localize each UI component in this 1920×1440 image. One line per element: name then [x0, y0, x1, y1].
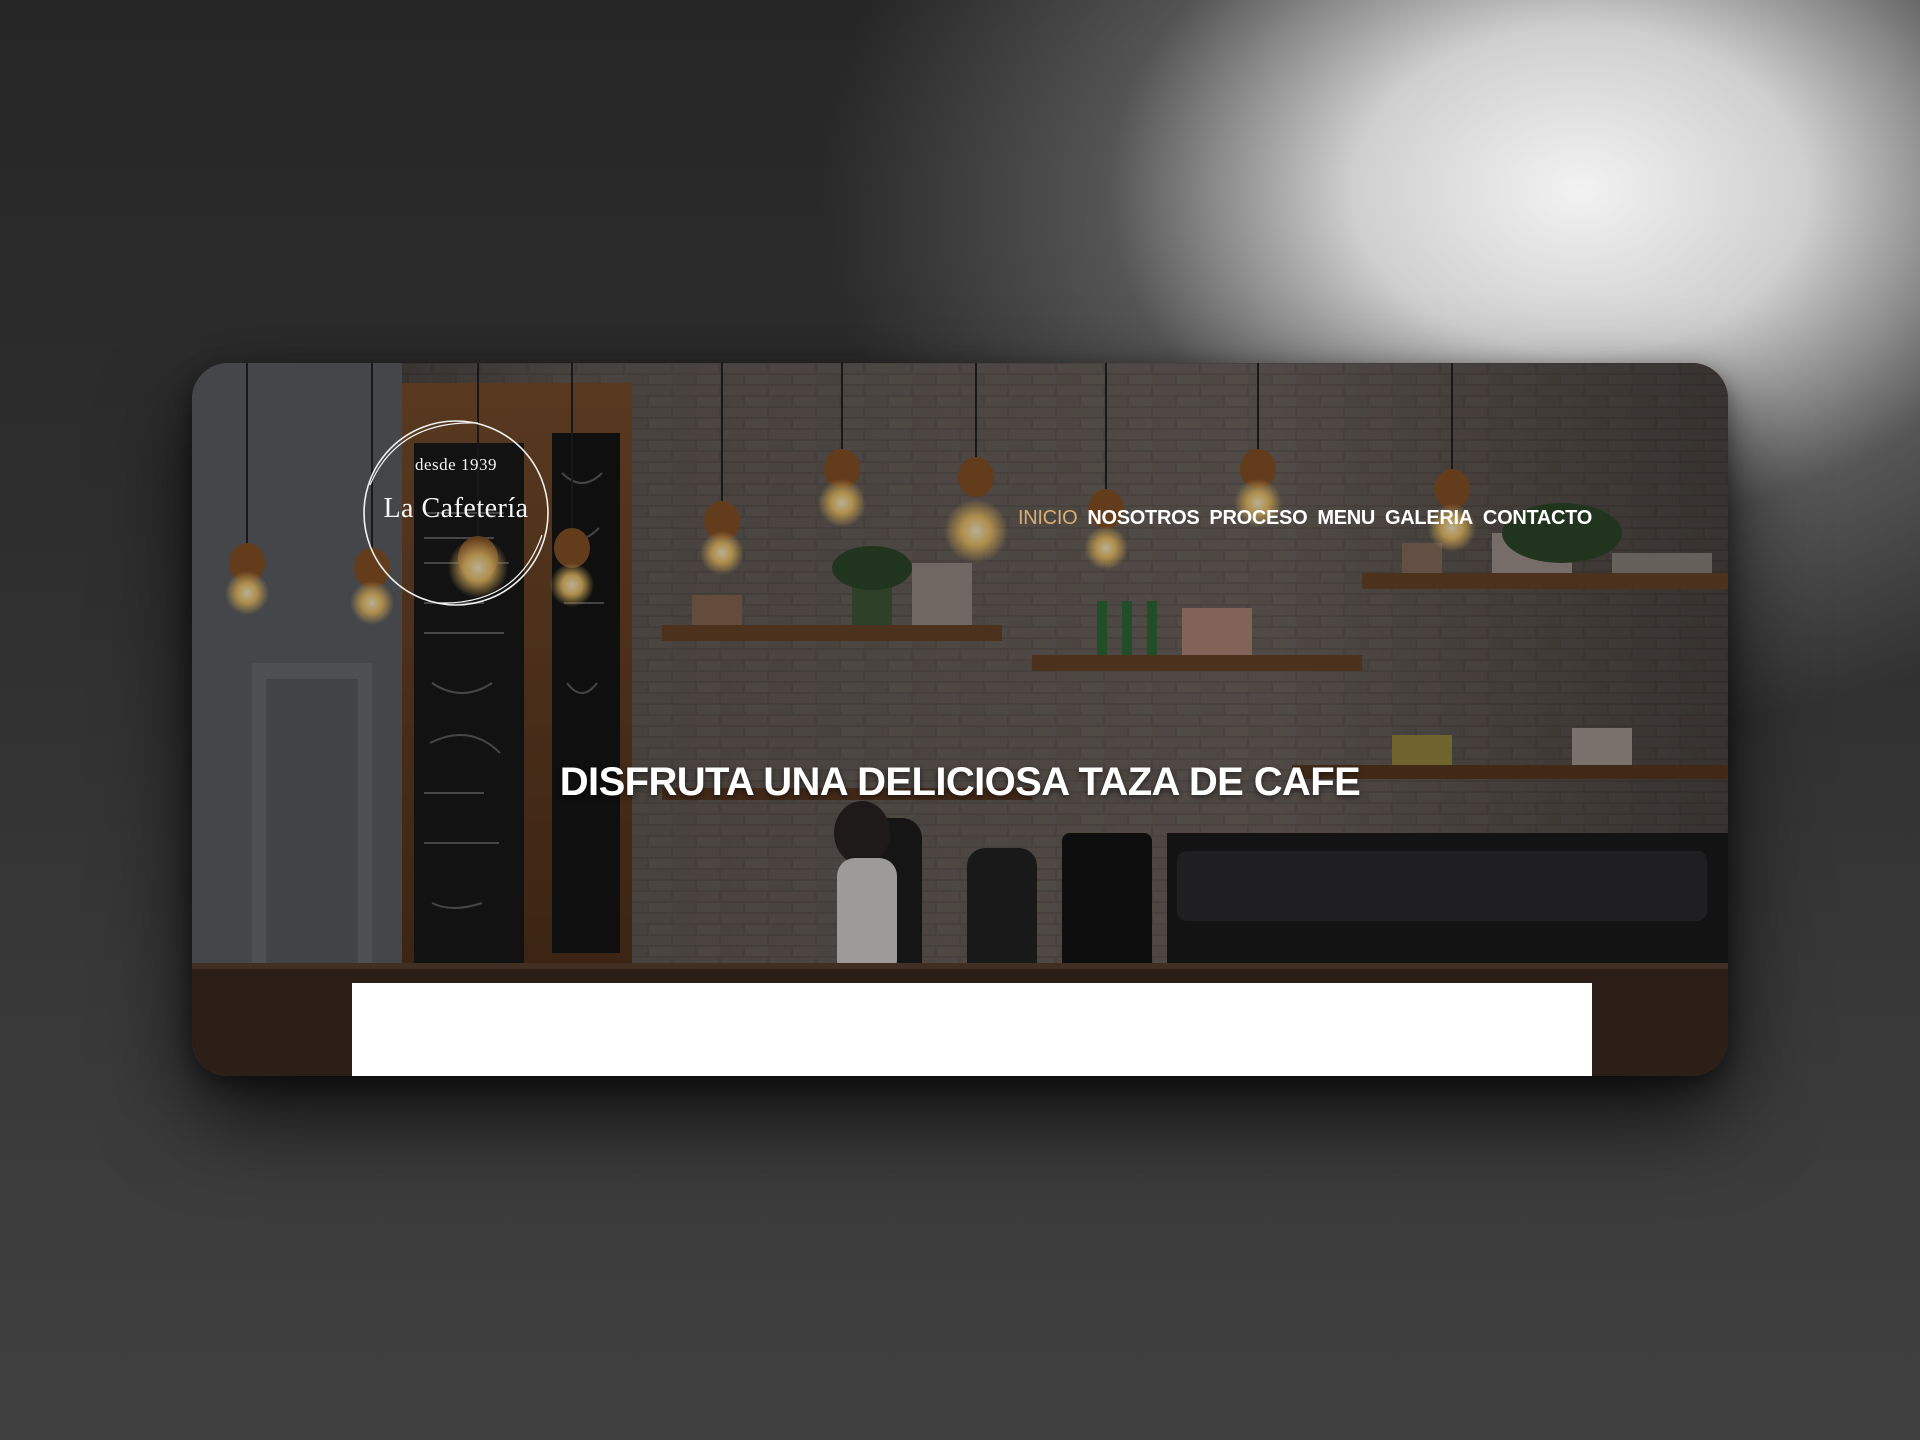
nav-item-contacto[interactable]: CONTACTO: [1483, 507, 1592, 530]
nav-item-nosotros[interactable]: NOSOTROS: [1087, 507, 1199, 530]
hero-title: DISFRUTA UNA DELICIOSA TAZA DE CAFE: [559, 759, 1361, 804]
nav-item-inicio[interactable]: INICIO: [1018, 507, 1078, 530]
nav-item-menu[interactable]: MENU: [1317, 507, 1375, 530]
brand-name: La Cafetería: [383, 493, 529, 524]
main-navigation: INICIO NOSOTROS PROCESO MENU GALERIA CON…: [1018, 507, 1592, 530]
brand-logo[interactable]: desde 1939 La Cafetería: [358, 415, 554, 611]
content-section: [352, 983, 1592, 1076]
website-preview-card: desde 1939 La Cafetería INICIO NOSOTROS …: [192, 363, 1728, 1076]
nav-item-galeria[interactable]: GALERIA: [1385, 507, 1473, 530]
nav-item-proceso[interactable]: PROCESO: [1209, 507, 1307, 530]
brand-since: desde 1939: [415, 455, 497, 474]
